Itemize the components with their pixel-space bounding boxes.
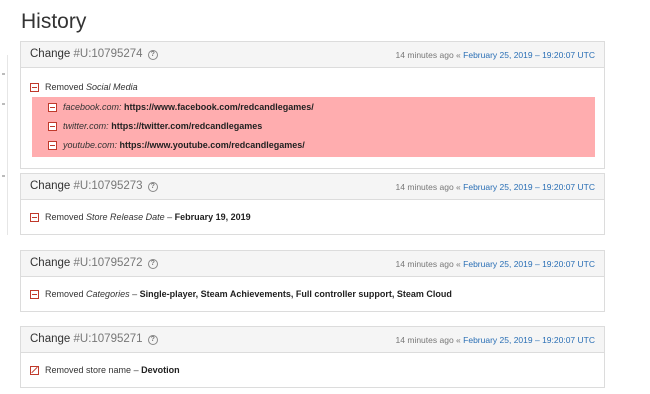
removed-item: youtube.com: https://www.youtube.com/red… [48,136,595,155]
date-link[interactable]: February 25, 2019 – 19:20:07 UTC [463,182,595,192]
change-id-link[interactable]: #U:10795274 [74,48,143,60]
value-dash: – [132,289,138,299]
change-label: Change [30,257,71,269]
left-panel-dot [2,73,5,75]
page-title: History [21,10,87,33]
change-action: Removed [45,212,84,222]
date-link[interactable]: February 25, 2019 – 19:20:07 UTC [463,50,595,60]
change-title: Change #U:10795273 ? [30,180,158,192]
change-header: Change #U:10795272 ? 14 minutes ago « Fe… [21,251,604,277]
question-circle-icon[interactable]: ? [147,335,158,345]
change-action: Removed [45,289,84,299]
change-text: Removed store name [45,365,132,375]
change-label: Change [30,180,71,192]
minus-square-icon [30,82,39,92]
item-value: https://www.facebook.com/redcandlegames/ [124,102,314,112]
change-action: Removed [45,82,84,92]
change-timestamp: 14 minutes ago « February 25, 2019 – 19:… [396,259,595,269]
time-ago: 14 minutes ago [395,335,454,345]
date-link[interactable]: February 25, 2019 – 19:20:07 UTC [463,335,595,345]
question-circle-icon[interactable]: ? [147,182,158,192]
removed-item: facebook.com: https://www.facebook.com/r… [48,98,595,117]
item-value: https://www.youtube.com/redcandlegames/ [119,140,305,150]
time-ago: 14 minutes ago [395,50,454,60]
change-label: Change [30,333,71,345]
change-line: Removed store name – Devotion [30,363,595,377]
item-key: twitter.com: [63,121,109,131]
change-id-link[interactable]: #U:10795272 [74,257,143,269]
change-line: Removed Social Media [30,80,595,94]
removed-item: twitter.com: https://twitter.com/redcand… [48,117,595,136]
change-body: Removed Social Media facebook.com: https… [21,68,604,168]
item-value: https://twitter.com/redcandlegames [111,121,263,131]
removed-items-block: facebook.com: https://www.facebook.com/r… [32,97,595,157]
change-card: Change #U:10795272 ? 14 minutes ago « Fe… [20,250,605,312]
timestamp-separator: « [456,50,461,60]
minus-square-icon [48,122,57,131]
change-card: Change #U:10795274 ? 14 minutes ago « Fe… [20,41,605,169]
change-label: Change [30,48,71,60]
timestamp-separator: « [456,335,461,345]
change-timestamp: 14 minutes ago « February 25, 2019 – 19:… [396,335,595,345]
change-card: Change #U:10795273 ? 14 minutes ago « Fe… [20,173,605,235]
value-dash: – [133,365,139,375]
change-title: Change #U:10795271 ? [30,333,158,345]
minus-square-icon [30,289,39,299]
change-body: Removed store name – Devotion [21,353,604,387]
left-panel-dot [2,103,5,105]
change-line: Removed Store Release Date – February 19… [30,210,595,224]
change-line: Removed Categories – Single-player, Stea… [30,287,595,301]
change-body: Removed Store Release Date – February 19… [21,200,604,234]
edit-square-icon [30,365,39,375]
time-ago: 14 minutes ago [395,259,454,269]
change-field: Store Release Date [86,212,165,222]
change-id-link[interactable]: #U:10795271 [74,333,143,345]
change-id-link[interactable]: #U:10795273 [74,180,143,192]
minus-square-icon [30,212,39,222]
date-link[interactable]: February 25, 2019 – 19:20:07 UTC [463,259,595,269]
change-header: Change #U:10795273 ? 14 minutes ago « Fe… [21,174,604,200]
value-dash: – [167,212,173,222]
change-body: Removed Categories – Single-player, Stea… [21,277,604,311]
change-timestamp: 14 minutes ago « February 25, 2019 – 19:… [396,50,595,60]
left-panel-dot [2,175,5,177]
time-ago: 14 minutes ago [395,182,454,192]
change-value: February 19, 2019 [174,212,251,222]
change-value: Devotion [141,365,180,375]
minus-square-icon [48,141,57,150]
change-card: Change #U:10795271 ? 14 minutes ago « Fe… [20,326,605,388]
change-field: Social Media [86,82,138,92]
question-circle-icon[interactable]: ? [147,259,158,269]
timestamp-separator: « [456,259,461,269]
change-timestamp: 14 minutes ago « February 25, 2019 – 19:… [396,182,595,192]
change-header: Change #U:10795271 ? 14 minutes ago « Fe… [21,327,604,353]
change-value: Single-player, Steam Achievements, Full … [139,289,452,299]
timestamp-separator: « [456,182,461,192]
minus-square-icon [48,103,57,112]
change-title: Change #U:10795274 ? [30,48,158,60]
left-panel-edge [0,55,8,235]
change-title: Change #U:10795272 ? [30,257,158,269]
question-circle-icon[interactable]: ? [147,50,158,60]
change-field: Categories [86,289,130,299]
item-key: youtube.com: [63,140,118,150]
item-key: facebook.com: [63,102,122,112]
change-header: Change #U:10795274 ? 14 minutes ago « Fe… [21,42,604,68]
